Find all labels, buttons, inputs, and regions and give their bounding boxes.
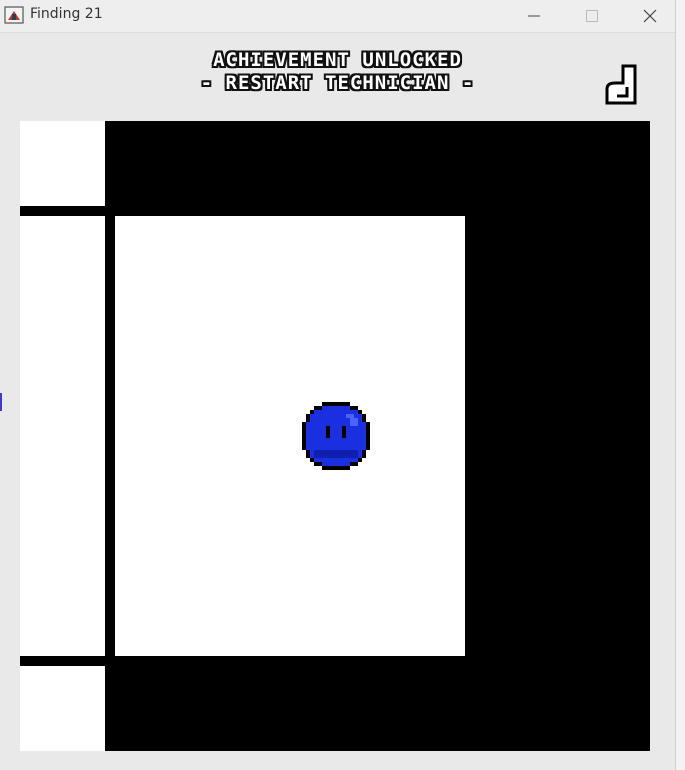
close-icon — [643, 9, 657, 23]
title-bar[interactable]: Finding 21 — [0, 0, 675, 33]
background-window-edge — [675, 0, 685, 770]
java-app-icon — [4, 6, 24, 24]
floor-room — [115, 216, 465, 656]
close-button[interactable] — [621, 0, 679, 32]
achievement-banner: ACHIEVEMENT UNLOCKED - RESTART TECHNICIA… — [0, 49, 675, 95]
achievement-title: ACHIEVEMENT UNLOCKED — [213, 49, 462, 71]
minimize-button[interactable] — [505, 0, 563, 32]
player-character — [302, 402, 370, 470]
window-title: Finding 21 — [30, 6, 103, 22]
edge-marker — [0, 393, 2, 411]
floor-tile — [20, 121, 105, 206]
boot-icon[interactable] — [603, 63, 649, 109]
game-window: Finding 21 ACHIEVEMENT UNLOCKED - RESTAR… — [0, 0, 685, 770]
maximize-button[interactable] — [563, 0, 621, 32]
maximize-icon — [586, 10, 598, 22]
minimize-icon — [528, 15, 540, 17]
game-board[interactable] — [20, 121, 650, 751]
achievement-name: - RESTART TECHNICIAN - — [200, 72, 475, 94]
floor-tile — [20, 666, 105, 751]
floor-corridor — [20, 216, 105, 656]
